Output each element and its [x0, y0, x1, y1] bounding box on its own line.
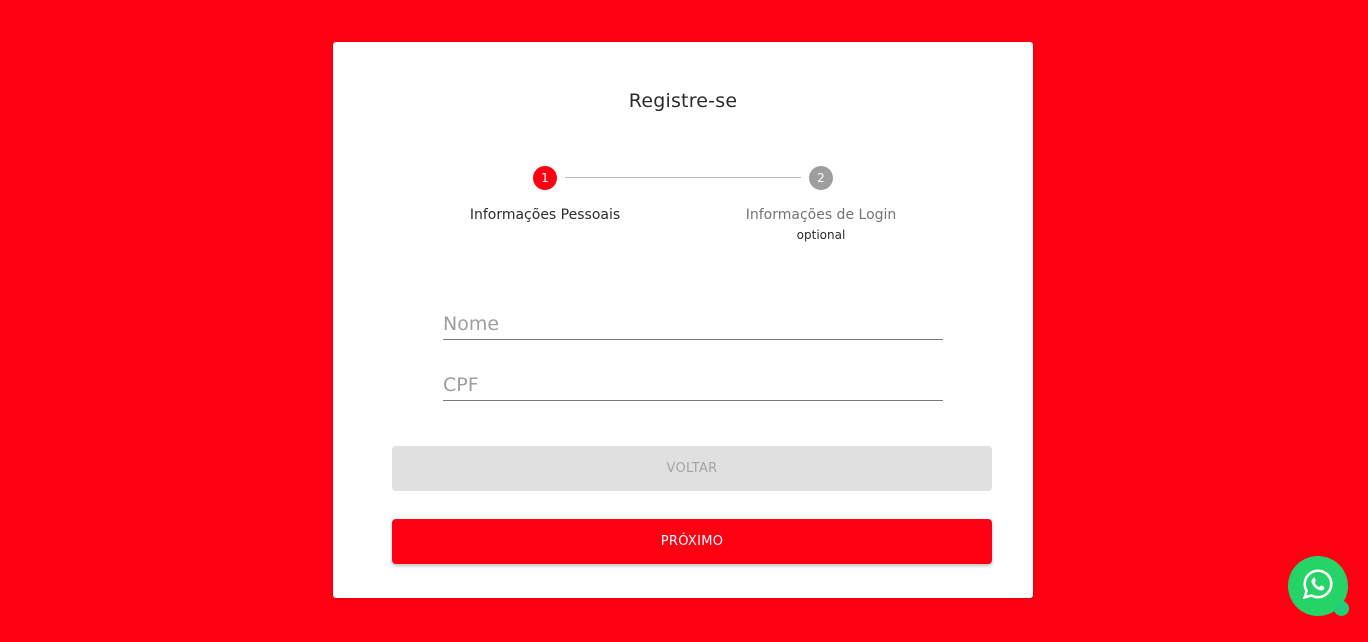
page-title: Registre-se: [628, 90, 738, 112]
step-1-label: Informações Pessoais: [469, 207, 621, 223]
step-1-indicator[interactable]: 1: [533, 166, 557, 190]
step-1-number: 1: [541, 171, 549, 185]
step-2-indicator[interactable]: 2: [809, 166, 833, 190]
register-card: Registre-se 1 2 Informações Pessoais Inf…: [333, 42, 1033, 598]
step-2-optional-label: optional: [796, 228, 846, 242]
step-2-number: 2: [817, 171, 825, 185]
nome-input[interactable]: [443, 313, 943, 335]
cpf-input[interactable]: [443, 374, 943, 396]
back-button[interactable]: VOLTAR: [392, 446, 992, 491]
stepper-connector: [565, 177, 801, 178]
next-button[interactable]: PRÓXIMO: [392, 519, 992, 564]
whatsapp-icon: [1301, 567, 1335, 605]
step-2-label: Informações de Login: [745, 207, 897, 223]
nome-field: [443, 299, 943, 340]
cpf-field: [443, 360, 943, 401]
online-status-dot: [1334, 601, 1349, 616]
